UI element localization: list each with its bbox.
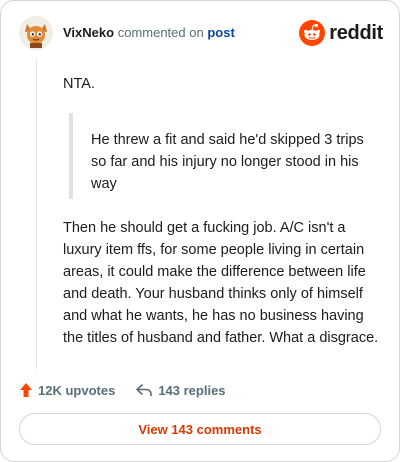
- replies-button[interactable]: 143 replies: [135, 382, 226, 398]
- comment-paragraph: Then he should get a fucking job. A/C is…: [63, 220, 379, 346]
- comment-actions: 12K upvotes 143 replies: [19, 379, 226, 401]
- username-link[interactable]: VixNeko: [63, 25, 114, 40]
- upvote-count: 12K upvotes: [38, 382, 116, 398]
- comment-byline: VixNeko commented on post: [63, 25, 235, 41]
- upvote-button[interactable]: 12K upvotes: [19, 382, 115, 398]
- upvote-arrow-icon: [20, 383, 32, 397]
- view-comments-button[interactable]: View 143 comments: [19, 413, 381, 445]
- blockquote-text: He threw a fit and said he'd skipped 3 t…: [91, 132, 364, 192]
- reddit-wordmark: reddit: [329, 21, 383, 44]
- comment-paragraph: NTA.: [63, 76, 95, 92]
- reddit-snoo-icon: [299, 20, 326, 46]
- reddit-logo[interactable]: reddit: [299, 20, 383, 46]
- replies-count: 143 replies: [158, 382, 226, 398]
- thread-line[interactable]: [36, 59, 37, 369]
- post-link[interactable]: post: [207, 25, 234, 40]
- comment-card: VixNeko commented on post reddit NTA. He…: [0, 0, 400, 462]
- user-avatar[interactable]: [19, 16, 53, 50]
- snoo-cat-avatar-icon: [25, 24, 47, 48]
- reply-arrow-icon: [136, 384, 153, 397]
- comment-header: VixNeko commented on post reddit: [19, 15, 383, 51]
- byline-action-text: commented on: [117, 25, 204, 40]
- blockquote-bar: [69, 113, 73, 199]
